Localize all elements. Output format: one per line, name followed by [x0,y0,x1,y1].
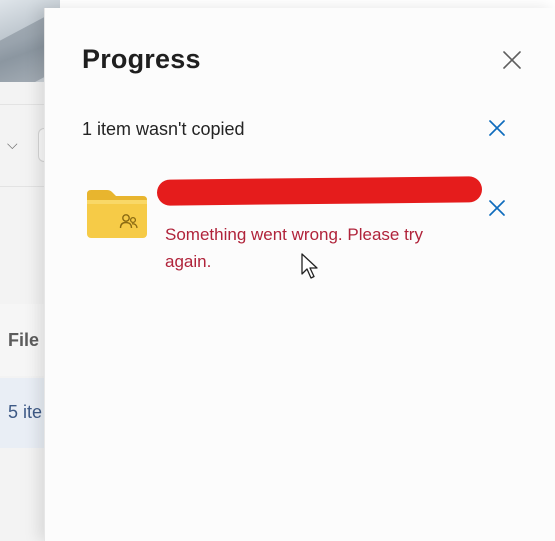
close-button[interactable] [501,49,523,71]
panel-title: Progress [82,44,201,74]
screen: ⌵ File 5 ite Progress 1 item wasn't copi… [0,0,555,541]
summary-row: 1 item wasn't copied [82,116,522,146]
shared-folder-icon [85,188,149,240]
chevron-down-icon[interactable]: ⌵ [7,136,18,153]
close-icon [489,200,505,216]
list-item-text: 5 ite [8,402,43,422]
dismiss-all-button[interactable] [487,118,507,138]
close-icon [489,120,505,136]
summary-text: 1 item wasn't copied [82,119,245,139]
close-icon [503,51,521,69]
redaction-mark [156,176,483,206]
column-header-file[interactable]: File [8,330,39,351]
dismiss-item-button[interactable] [487,198,507,218]
mouse-pointer-icon [300,252,320,282]
